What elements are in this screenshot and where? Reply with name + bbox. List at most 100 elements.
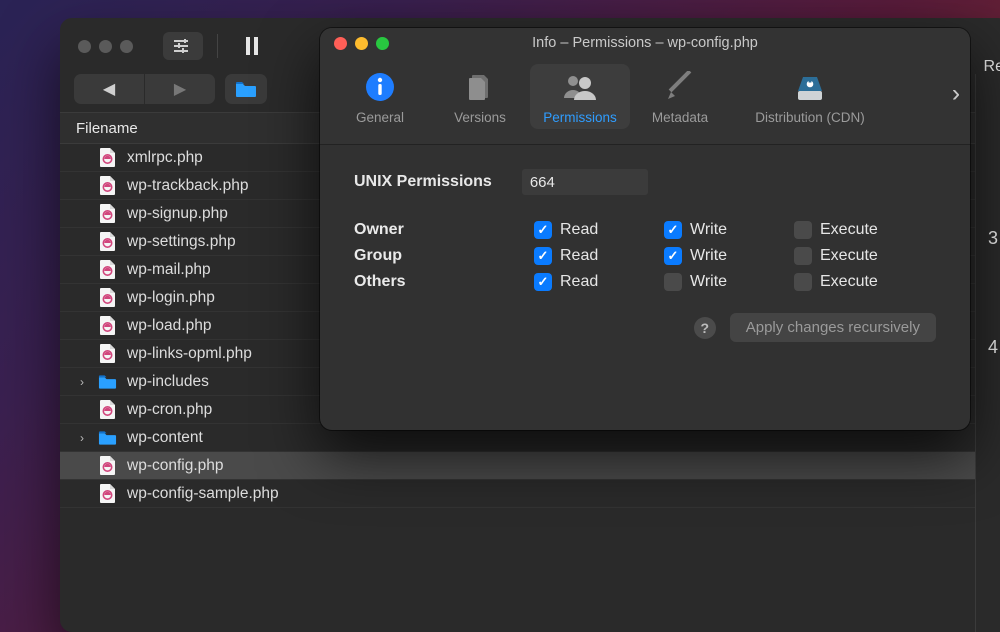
nav-segmented: ◀ ▶ — [74, 74, 215, 104]
column-header-label: Filename — [76, 120, 138, 137]
checkbox-group-read[interactable] — [534, 247, 552, 265]
perm-row-label-group: Group — [354, 247, 534, 265]
perm-col-label: Write — [690, 221, 727, 239]
file-name-label: wp-settings.php — [127, 233, 236, 251]
perm-others-read: Read — [534, 273, 664, 291]
tab-permissions-label: Permissions — [543, 110, 617, 125]
tab-versions[interactable]: Versions — [430, 64, 530, 129]
tab-metadata-label: Metadata — [652, 110, 708, 125]
folder-icon — [98, 427, 117, 449]
perm-col-label: Write — [690, 247, 727, 265]
toolbar-divider — [217, 34, 218, 58]
disclosure-triangle-icon[interactable]: › — [76, 375, 88, 389]
help-button[interactable]: ? — [694, 317, 716, 339]
unix-permissions-input[interactable] — [522, 169, 648, 195]
file-name-label: wp-content — [127, 429, 203, 447]
php-file-icon — [98, 259, 117, 281]
file-name-label: wp-signup.php — [127, 205, 228, 223]
drive-icon — [795, 70, 825, 104]
tab-general[interactable]: General — [330, 64, 430, 129]
perm-others-execute: Execute — [794, 273, 934, 291]
tab-distribution[interactable]: Distribution (CDN) — [730, 64, 890, 129]
perm-group-execute: Execute — [794, 247, 934, 265]
checkbox-others-execute[interactable] — [794, 273, 812, 291]
file-name-label: wp-trackback.php — [127, 177, 248, 195]
perm-col-label: Read — [560, 221, 598, 239]
file-row[interactable]: wp-config.php — [60, 452, 1000, 480]
perm-col-label: Execute — [820, 247, 878, 265]
checkbox-owner-execute[interactable] — [794, 221, 812, 239]
perm-others-write: Write — [664, 273, 794, 291]
checkbox-group-write[interactable] — [664, 247, 682, 265]
file-row[interactable]: wp-config-sample.php — [60, 480, 1000, 508]
file-name-label: wp-config.php — [127, 457, 224, 475]
apply-recursively-button[interactable]: Apply changes recursively — [730, 313, 936, 342]
php-file-icon — [98, 343, 117, 365]
pencil-icon — [664, 70, 696, 104]
perm-owner-read: Read — [534, 221, 664, 239]
checkbox-others-read[interactable] — [534, 273, 552, 291]
perm-group-read: Read — [534, 247, 664, 265]
nav-forward-button[interactable]: ▶ — [144, 74, 215, 104]
main-min-dot[interactable] — [99, 40, 112, 53]
checkbox-owner-write[interactable] — [664, 221, 682, 239]
toolbar-settings-icon[interactable] — [163, 32, 203, 60]
info-close-button[interactable] — [334, 37, 347, 50]
file-name-label: wp-cron.php — [127, 401, 212, 419]
file-name-label: wp-login.php — [127, 289, 215, 307]
toolbar-bookmark-icon[interactable] — [232, 32, 272, 60]
main-max-dot[interactable] — [120, 40, 133, 53]
checkbox-group-execute[interactable] — [794, 247, 812, 265]
main-close-dot[interactable] — [78, 40, 91, 53]
perm-col-label: Execute — [820, 273, 878, 291]
right-number-1: 3 — [988, 228, 998, 249]
file-name-label: wp-load.php — [127, 317, 211, 335]
file-name-label: wp-links-opml.php — [127, 345, 252, 363]
php-file-icon — [98, 231, 117, 253]
path-folder-chip[interactable] — [225, 74, 267, 104]
perm-row-label-others: Others — [354, 273, 534, 291]
info-minimize-button[interactable] — [355, 37, 368, 50]
info-footer: ? Apply changes recursively — [354, 313, 936, 342]
info-zoom-button[interactable] — [376, 37, 389, 50]
unix-permissions-label: UNIX Permissions — [354, 173, 492, 191]
perm-col-label: Read — [560, 273, 598, 291]
info-window: Info – Permissions – wp-config.php Gener… — [320, 28, 970, 430]
nav-back-button[interactable]: ◀ — [74, 74, 144, 104]
perm-col-label: Read — [560, 247, 598, 265]
info-body: UNIX Permissions OwnerReadWriteExecuteGr… — [320, 145, 970, 360]
info-icon — [365, 70, 395, 104]
php-file-icon — [98, 455, 117, 477]
tab-permissions[interactable]: Permissions — [530, 64, 630, 129]
perm-col-label: Write — [690, 273, 727, 291]
documents-icon — [464, 70, 496, 104]
right-column-strip: 3 4 — [975, 74, 1000, 632]
checkbox-owner-read[interactable] — [534, 221, 552, 239]
php-file-icon — [98, 483, 117, 505]
toolbar-overflow-icon[interactable]: ›› — [940, 64, 960, 108]
php-file-icon — [98, 399, 117, 421]
users-icon — [561, 70, 599, 104]
right-number-2: 4 — [988, 337, 998, 358]
checkbox-others-write[interactable] — [664, 273, 682, 291]
disclosure-triangle-icon[interactable]: › — [76, 431, 88, 445]
tab-general-label: General — [356, 110, 404, 125]
unix-permissions-row: UNIX Permissions — [354, 169, 936, 195]
tab-versions-label: Versions — [454, 110, 506, 125]
info-titlebar: Info – Permissions – wp-config.php — [320, 28, 970, 58]
info-traffic-lights — [334, 37, 389, 50]
perm-group-write: Write — [664, 247, 794, 265]
info-toolbar: General Versions Permissions Metadata Di… — [320, 58, 970, 145]
file-name-label: wp-includes — [127, 373, 209, 391]
tab-metadata[interactable]: Metadata — [630, 64, 730, 129]
php-file-icon — [98, 175, 117, 197]
perm-owner-execute: Execute — [794, 221, 934, 239]
php-file-icon — [98, 287, 117, 309]
folder-icon — [98, 371, 117, 393]
file-name-label: wp-mail.php — [127, 261, 211, 279]
permissions-grid: OwnerReadWriteExecuteGroupReadWriteExecu… — [354, 221, 936, 291]
php-file-icon — [98, 147, 117, 169]
php-file-icon — [98, 203, 117, 225]
perm-owner-write: Write — [664, 221, 794, 239]
file-name-label: wp-config-sample.php — [127, 485, 279, 503]
